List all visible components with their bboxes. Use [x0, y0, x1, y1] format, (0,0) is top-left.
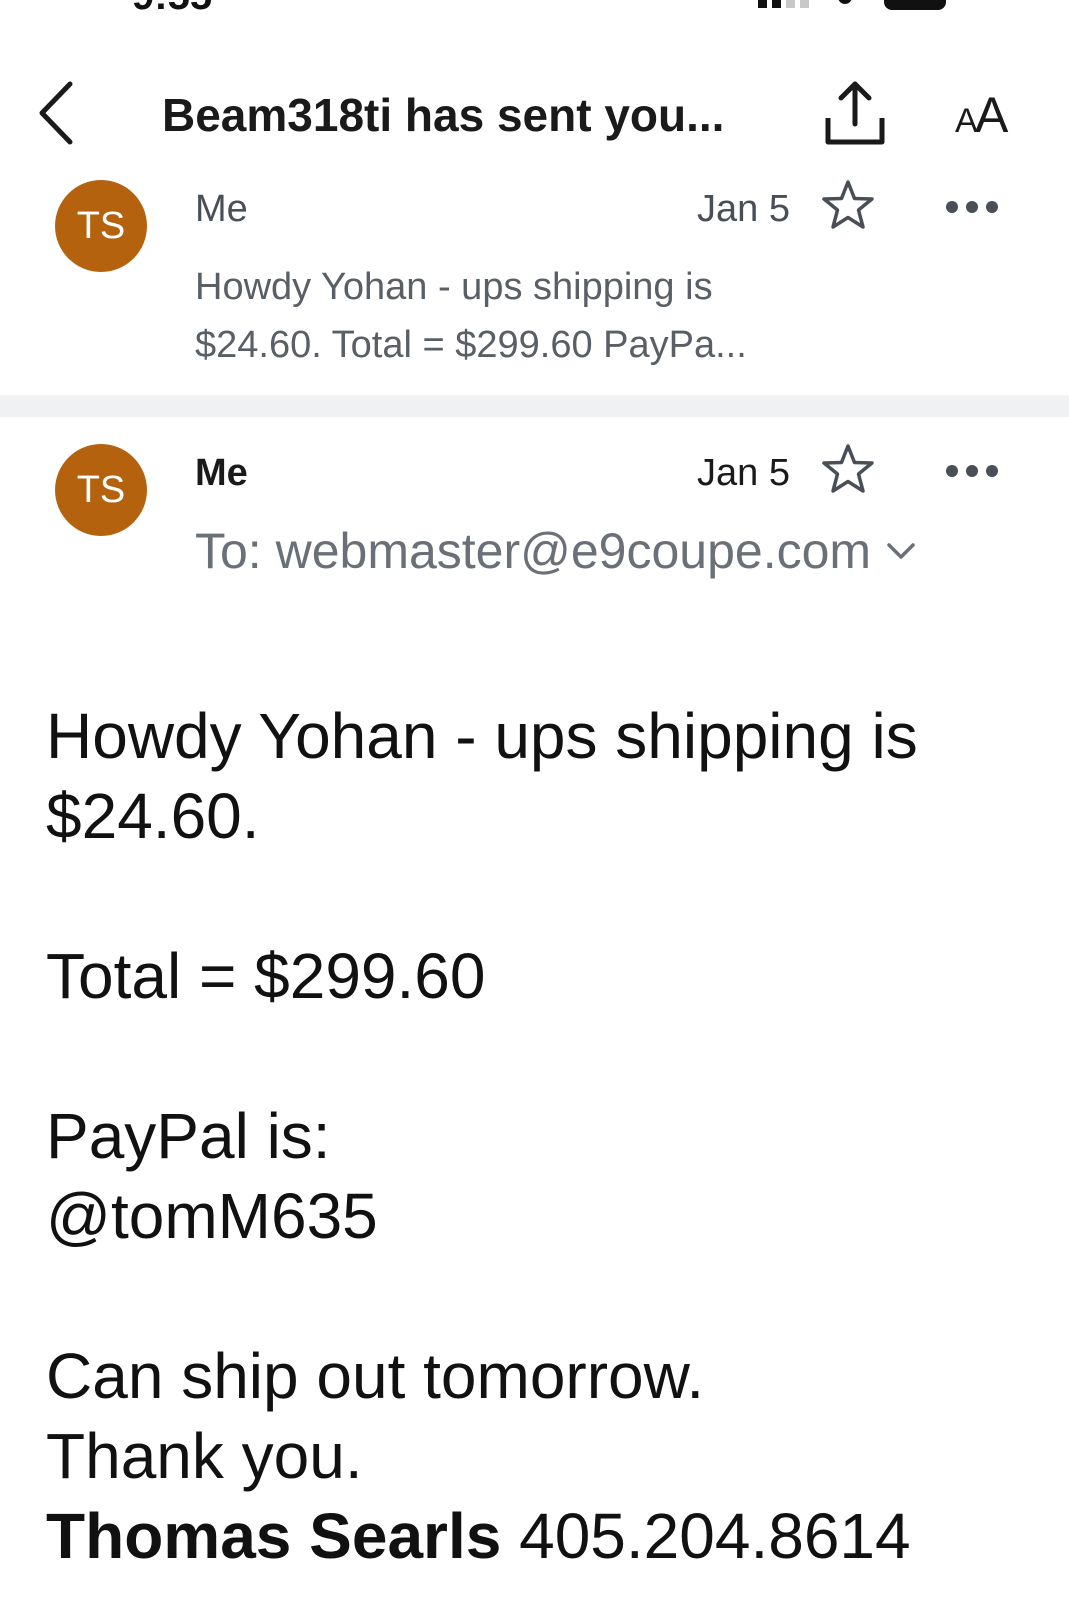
sender-name: Me [195, 188, 248, 230]
status-time: 9:55 [132, 0, 212, 18]
recipient-address: To: webmaster@e9coupe.com [195, 523, 872, 579]
avatar: TS [55, 180, 147, 272]
back-chevron-icon[interactable] [34, 78, 84, 148]
star-icon[interactable] [820, 178, 876, 234]
status-bar: 9:55 [0, 0, 1069, 18]
message-date: Jan 5 [697, 188, 790, 230]
share-icon[interactable] [822, 80, 888, 146]
body-line: $24.60. [46, 780, 260, 852]
body-line: Can ship out tomorrow. [46, 1340, 705, 1412]
more-icon[interactable] [946, 197, 998, 217]
email-header: Beam318ti has sent you... A A [0, 70, 1069, 160]
text-size-icon[interactable]: A A [955, 82, 1025, 143]
more-icon[interactable] [946, 461, 998, 481]
snippet-line: $24.60. Total = $299.60 PayPa... [195, 324, 747, 366]
avatar: TS [55, 444, 147, 536]
battery-icon [884, 0, 946, 10]
message-date: Jan 5 [697, 452, 790, 494]
email-body: Howdy Yohan - ups shipping is $24.60. To… [46, 696, 1026, 1576]
paypal-handle: @tomM635 [46, 1180, 378, 1252]
signature-name: Thomas Searls [46, 1500, 502, 1572]
message-snippet: Howdy Yohan - ups shipping is $24.60. To… [195, 258, 835, 374]
star-icon[interactable] [820, 442, 876, 498]
signature: Thomas Searls 405.204.8614 [46, 1496, 1026, 1576]
body-line: PayPal is: [46, 1100, 331, 1172]
sender-name: Me [195, 452, 248, 494]
signature-phone: 405.204.8614 [519, 1500, 911, 1572]
total-line: Total = $299.60 [46, 940, 486, 1012]
snippet-line: Howdy Yohan - ups shipping is [195, 266, 713, 308]
signal-icon [758, 0, 809, 8]
email-subject-title: Beam318ti has sent you... [162, 89, 725, 141]
recipient-line[interactable]: To: webmaster@e9coupe.com [195, 522, 917, 580]
body-line: Howdy Yohan - ups shipping is [46, 700, 918, 772]
message-divider [0, 395, 1069, 417]
wifi-icon [838, 0, 852, 4]
chevron-down-icon[interactable] [885, 540, 917, 562]
body-line: Thank you. [46, 1420, 363, 1492]
